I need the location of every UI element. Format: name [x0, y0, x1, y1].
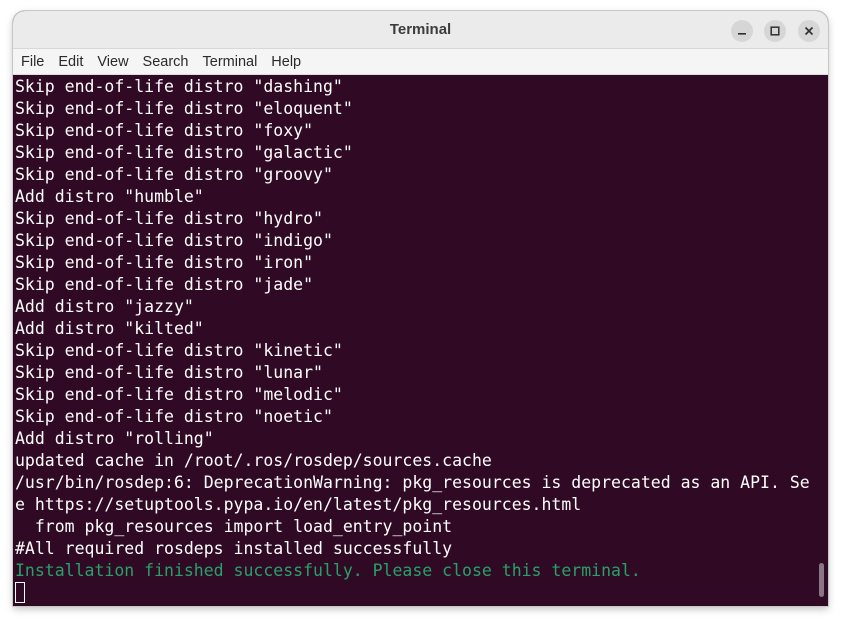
minimize-button[interactable]	[731, 20, 753, 42]
terminal-line: Skip end-of-life distro "lunar"	[15, 363, 323, 382]
title-bar[interactable]: Terminal	[13, 11, 828, 49]
terminal-line: Add distro "humble"	[15, 187, 204, 206]
terminal-line: Skip end-of-life distro "melodic"	[15, 385, 343, 404]
terminal-line: Skip end-of-life distro "indigo"	[15, 231, 333, 250]
terminal-line: Skip end-of-life distro "noetic"	[15, 407, 333, 426]
menu-search[interactable]: Search	[136, 49, 196, 75]
terminal-line: Skip end-of-life distro "dashing"	[15, 77, 343, 96]
terminal-line: #All required rosdeps installed successf…	[15, 539, 453, 558]
terminal-line: e https://setuptools.pypa.io/en/latest/p…	[15, 495, 582, 514]
menu-edit[interactable]: Edit	[51, 49, 90, 75]
terminal-line: Skip end-of-life distro "jade"	[15, 275, 314, 294]
terminal-line: Skip end-of-life distro "kinetic"	[15, 341, 343, 360]
terminal-line: Skip end-of-life distro "foxy"	[15, 121, 314, 140]
success-message: Installation finished successfully. Plea…	[15, 561, 641, 580]
terminal-line: Add distro "kilted"	[15, 319, 204, 338]
terminal-line: Add distro "jazzy"	[15, 297, 194, 316]
menu-help[interactable]: Help	[264, 49, 308, 75]
terminal-line: Skip end-of-life distro "groovy"	[15, 165, 333, 184]
menu-terminal[interactable]: Terminal	[196, 49, 265, 75]
terminal-line: from pkg_resources import load_entry_poi…	[15, 517, 453, 536]
terminal-line: Skip end-of-life distro "iron"	[15, 253, 314, 272]
menu-bar: File Edit View Search Terminal Help	[13, 49, 828, 75]
text-cursor	[15, 582, 25, 603]
terminal-line: Skip end-of-life distro "galactic"	[15, 143, 353, 162]
terminal-window: Terminal File Edit View Search Terminal …	[13, 11, 828, 606]
close-icon	[804, 26, 814, 36]
maximize-button[interactable]	[764, 20, 786, 42]
terminal-lines: Skip end-of-life distro "dashing" Skip e…	[15, 76, 810, 582]
close-button[interactable]	[798, 20, 820, 42]
terminal-line: Add distro "rolling"	[15, 429, 214, 448]
window-title: Terminal	[389, 21, 452, 38]
scrollbar-thumb[interactable]	[819, 563, 824, 597]
terminal-line: /usr/bin/rosdep:6: DeprecationWarning: p…	[15, 473, 810, 492]
terminal-output-area[interactable]: Skip end-of-life distro "dashing" Skip e…	[13, 75, 828, 606]
menu-file[interactable]: File	[14, 49, 51, 75]
minimize-icon	[738, 33, 746, 35]
terminal-line: updated cache in /root/.ros/rosdep/sourc…	[15, 451, 492, 470]
terminal-line: Skip end-of-life distro "hydro"	[15, 209, 323, 228]
maximize-icon	[770, 26, 780, 36]
terminal-line: Skip end-of-life distro "eloquent"	[15, 99, 353, 118]
menu-view[interactable]: View	[90, 49, 135, 75]
